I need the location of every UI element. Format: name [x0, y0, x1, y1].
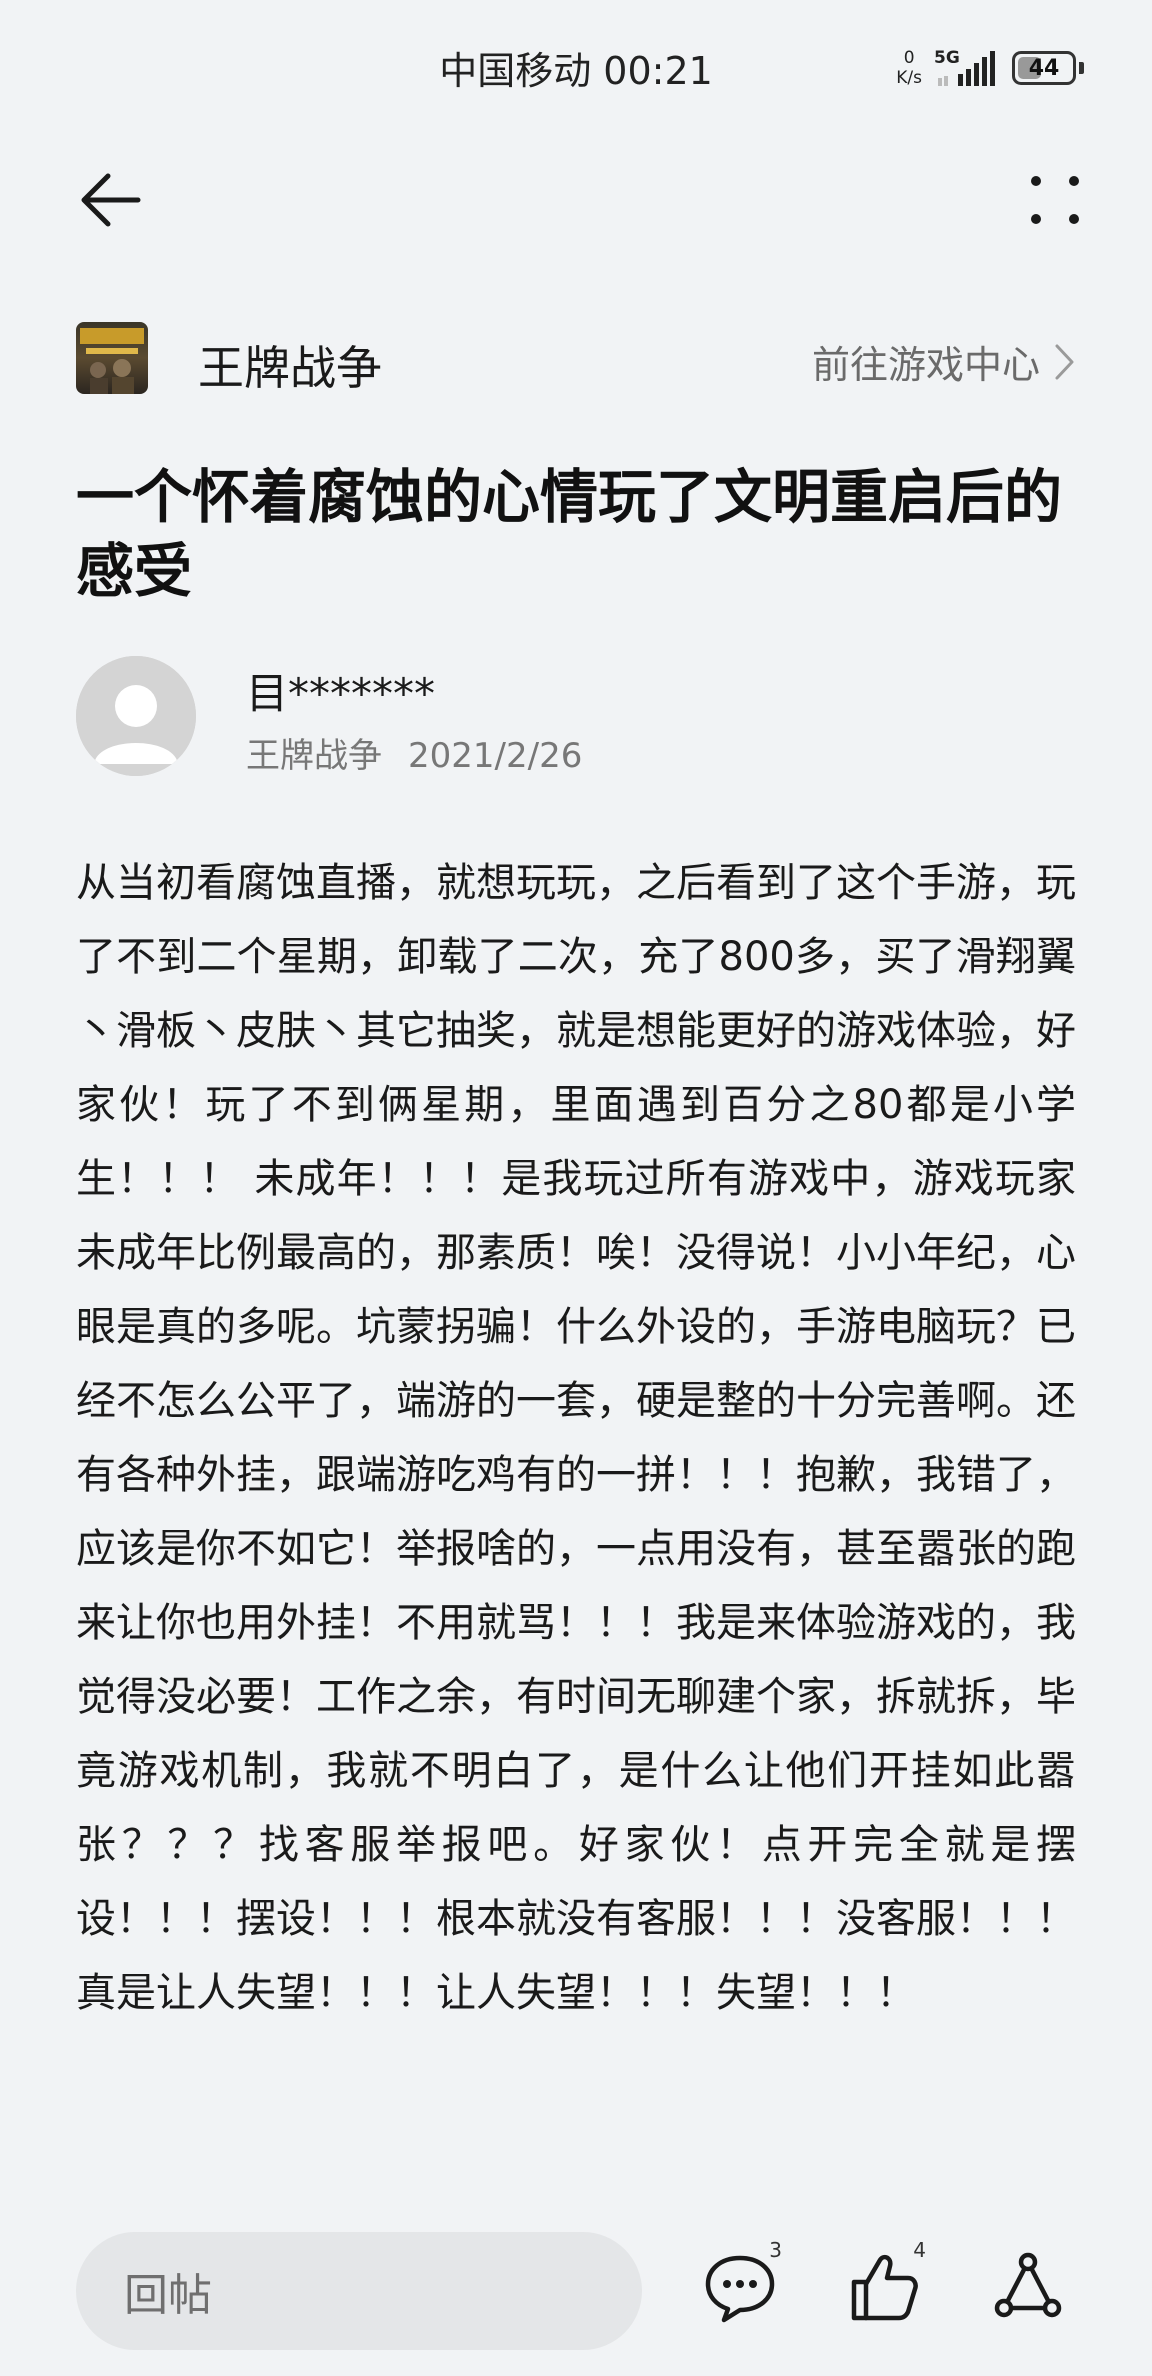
comment-count: 3	[769, 2238, 782, 2262]
comment-icon	[705, 2255, 775, 2323]
more-options-button[interactable]	[1020, 165, 1090, 235]
back-button[interactable]	[70, 160, 150, 240]
thumbs-up-icon	[851, 2254, 918, 2321]
goto-game-center-link[interactable]: 前往游戏中心	[812, 334, 1076, 389]
signal-icon: 5G	[934, 48, 1000, 88]
chevron-right-icon	[1055, 344, 1074, 379]
net-speed-unit: K/s	[896, 68, 922, 88]
comment-button[interactable]: 3	[700, 2238, 782, 2326]
like-button[interactable]: 4	[844, 2238, 926, 2326]
status-icons: 0 K/s 5G 44	[896, 48, 1084, 88]
post-date: 2021/2/26	[408, 736, 583, 776]
back-arrow-icon	[81, 173, 141, 227]
share-icon	[994, 2252, 1062, 2318]
battery-tip	[1079, 62, 1084, 74]
net-speed: 0 K/s	[896, 48, 922, 88]
post-forum: 王牌战争	[246, 736, 382, 776]
battery-icon: 44	[1012, 51, 1076, 85]
game-row: 王牌战争 前往游戏中心	[76, 320, 1076, 398]
author-name[interactable]: 目*******	[246, 660, 435, 721]
battery-level: 44	[1028, 55, 1060, 81]
post-body: 从当初看腐蚀直播，就想玩玩，之后看到了这个手游，玩了不到二个星期，卸载了二次，充…	[76, 860, 1076, 2016]
goto-game-center-label: 前往游戏中心	[811, 343, 1040, 387]
author-meta: 王牌战争 2021/2/26	[246, 728, 582, 777]
avatar[interactable]	[76, 656, 196, 776]
reply-input[interactable]: 回帖	[76, 2232, 642, 2350]
post-title: 一个怀着腐蚀的心情玩了文明重启后的感受	[76, 463, 1063, 605]
more-dots-icon	[1031, 176, 1079, 224]
status-bar: 中国移动 00:21 0 K/s 5G 44	[0, 0, 1152, 135]
post-body-container: 从当初看腐蚀直播，就想玩玩，之后看到了这个手游，玩了不到二个星期，卸载了二次，充…	[76, 846, 1076, 2206]
reply-placeholder: 回帖	[124, 2270, 212, 2321]
bottom-bar: 回帖 3 4	[0, 2210, 1152, 2376]
net-speed-value: 0	[903, 48, 915, 68]
default-avatar-icon	[76, 656, 196, 776]
game-name[interactable]: 王牌战争	[198, 332, 382, 398]
game-logo-icon[interactable]	[76, 322, 148, 394]
share-button[interactable]	[988, 2246, 1068, 2326]
like-count: 4	[913, 2238, 926, 2262]
